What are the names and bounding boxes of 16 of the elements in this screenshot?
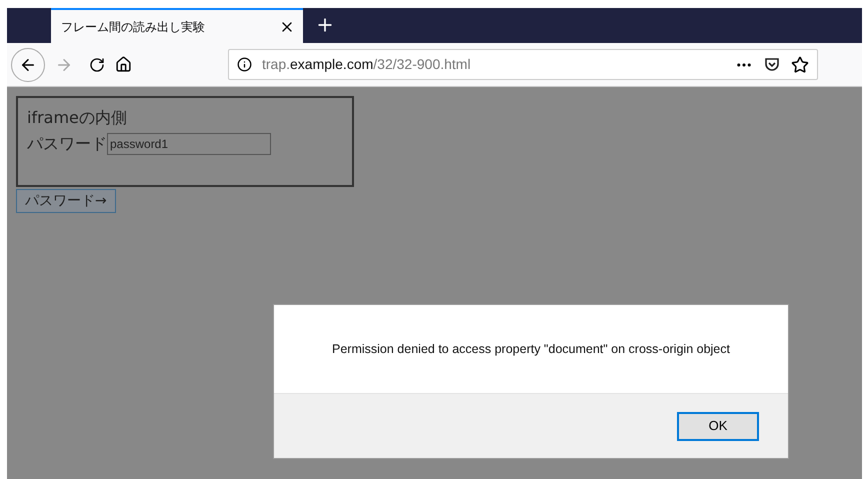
password-button[interactable]: パスワード→ [16, 189, 116, 213]
pocket-icon[interactable] [763, 56, 781, 74]
password-label: パスワード [27, 133, 107, 155]
tab-title: フレーム間の読み出し実験 [61, 18, 205, 36]
reload-icon[interactable] [89, 56, 105, 72]
browser-tab[interactable]: フレーム間の読み出し実験 [51, 8, 303, 43]
password-field[interactable]: password1 [107, 133, 271, 155]
dialog-message: Permission denied to access property "document" on cross-origin object [332, 340, 730, 358]
info-icon[interactable] [237, 57, 252, 72]
home-icon[interactable] [115, 56, 132, 73]
iframe-heading: iframeの内側 [27, 107, 128, 129]
url-text: trap.example.com/32/32-900.html [262, 55, 472, 74]
back-button[interactable] [11, 48, 45, 82]
star-icon[interactable] [791, 56, 809, 74]
address-bar[interactable]: trap.example.com/32/32-900.html [228, 49, 818, 80]
ok-button[interactable]: OK [677, 412, 759, 440]
